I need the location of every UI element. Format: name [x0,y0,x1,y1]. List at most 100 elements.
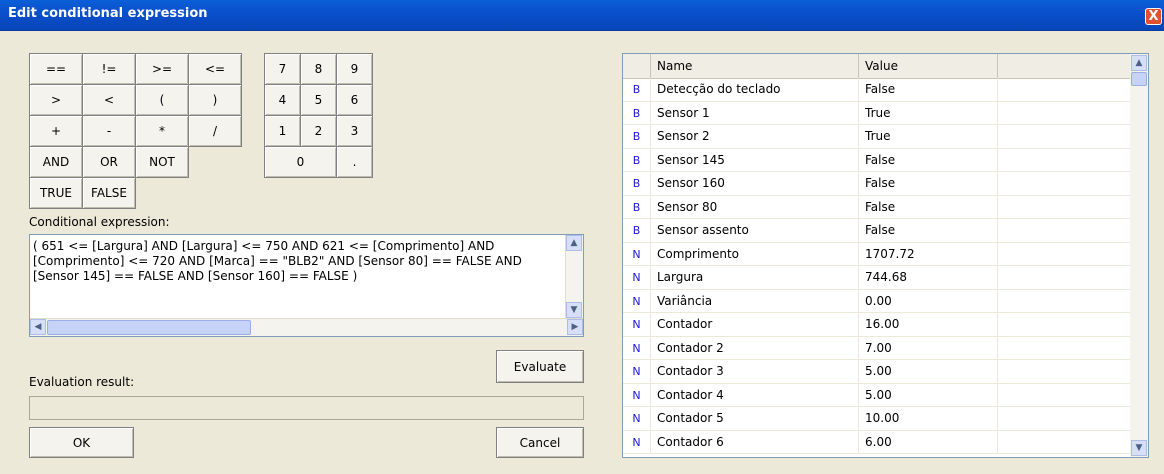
type-badge: B [623,78,651,102]
table-row[interactable]: B Sensor 1 True [623,101,1131,125]
table-row[interactable]: N Contador 16.00 [623,313,1131,337]
type-badge: N [623,430,651,454]
expression-horizontal-scrollbar[interactable]: ◀ ▶ [30,318,583,336]
type-badge: N [623,360,651,384]
operator-button[interactable]: / [188,115,242,147]
empty-cell [998,148,1131,172]
operator-button[interactable]: == [29,53,83,85]
type-badge: B [623,125,651,149]
table-row[interactable]: N Comprimento 1707.72 [623,242,1131,266]
variables-grid: Name Value B Detecção do teclado False B Sen… [622,53,1149,458]
variable-name: Sensor assento [651,219,859,243]
empty-cell [998,242,1131,266]
evaluate-button[interactable]: Evaluate [496,350,584,383]
keypad-button[interactable]: 5 [300,84,337,116]
type-badge: N [623,313,651,337]
expression-vertical-scrollbar[interactable]: ▲ ▼ [565,235,583,319]
variable-value: False [859,195,998,219]
operator-button[interactable]: != [82,53,136,85]
variable-name: Contador 5 [651,407,859,431]
grid-vertical-scrollbar[interactable]: ▲ ▼ [1130,54,1148,457]
operator-button[interactable]: TRUE [29,177,83,209]
variable-name: Comprimento [651,242,859,266]
variable-value: 6.00 [859,430,998,454]
evaluation-result-label: Evaluation result: [29,375,135,389]
keypad-button[interactable]: 0 [264,146,337,178]
table-row[interactable]: N Variância 0.00 [623,289,1131,313]
variable-value: False [859,78,998,102]
expression-text: ( 651 <= [Largura] AND [Largura] <= 750 … [33,239,522,283]
type-badge: N [623,242,651,266]
type-badge: B [623,172,651,196]
operator-button[interactable]: > [29,84,83,116]
table-row[interactable]: B Detecção do teclado False [623,78,1131,102]
type-badge: N [623,383,651,407]
table-row[interactable]: N Contador 3 5.00 [623,360,1131,384]
operator-button[interactable]: FALSE [82,177,136,209]
empty-cell [998,360,1131,384]
scroll-thumb[interactable] [47,320,251,335]
keypad-button[interactable]: 8 [300,53,337,85]
scroll-thumb[interactable] [1131,72,1147,86]
scroll-right-icon[interactable]: ▶ [567,319,583,335]
cancel-button[interactable]: Cancel [496,427,584,458]
operator-button[interactable]: >= [135,53,189,85]
variable-value: False [859,148,998,172]
variable-name: Sensor 80 [651,195,859,219]
ok-button[interactable]: OK [29,427,134,458]
expression-textarea[interactable]: ( 651 <= [Largura] AND [Largura] <= 750 … [29,234,584,337]
table-row[interactable]: B Sensor 80 False [623,195,1131,219]
table-row[interactable]: N Largura 744.68 [623,266,1131,290]
operator-button[interactable]: OR [82,146,136,178]
variable-value: 5.00 [859,360,998,384]
variable-name: Contador 4 [651,383,859,407]
table-row[interactable]: B Sensor assento False [623,219,1131,243]
type-badge: B [623,219,651,243]
scroll-left-icon[interactable]: ◀ [30,319,46,335]
variable-name: Sensor 145 [651,148,859,172]
operator-button[interactable]: + [29,115,83,147]
keypad-button[interactable]: 3 [336,115,373,147]
empty-cell [998,407,1131,431]
scroll-down-icon[interactable]: ▼ [1131,440,1147,456]
table-row[interactable]: N Contador 2 7.00 [623,336,1131,360]
operator-button[interactable]: AND [29,146,83,178]
keypad-button[interactable]: 7 [264,53,301,85]
table-row[interactable]: B Sensor 160 False [623,172,1131,196]
keypad-button[interactable]: 2 [300,115,337,147]
empty-cell [998,266,1131,290]
keypad-button[interactable]: 1 [264,115,301,147]
variable-value: 16.00 [859,313,998,337]
operator-button[interactable]: ) [188,84,242,116]
table-row[interactable]: B Sensor 145 False [623,148,1131,172]
scroll-down-icon[interactable]: ▼ [566,302,582,318]
operator-button[interactable]: - [82,115,136,147]
table-row[interactable]: B Sensor 2 True [623,125,1131,149]
empty-cell [998,289,1131,313]
operator-button[interactable]: ( [135,84,189,116]
table-row[interactable]: N Contador 4 5.00 [623,383,1131,407]
keypad-button[interactable]: 4 [264,84,301,116]
variable-value: 7.00 [859,336,998,360]
grid-header-type [623,54,651,78]
window-title: Edit conditional expression [8,6,208,21]
keypad-button[interactable]: 9 [336,53,373,85]
table-row[interactable]: N Contador 5 10.00 [623,407,1131,431]
empty-cell [998,430,1131,454]
scroll-up-icon[interactable]: ▲ [566,235,582,251]
close-button[interactable]: X [1145,8,1162,25]
empty-cell [998,219,1131,243]
operator-button[interactable]: NOT [135,146,189,178]
variable-value: 744.68 [859,266,998,290]
operator-button[interactable]: < [82,84,136,116]
variable-value: 1707.72 [859,242,998,266]
operator-button[interactable]: <= [188,53,242,85]
variable-value: False [859,172,998,196]
table-row[interactable]: N Contador 6 6.00 [623,430,1131,454]
keypad-button[interactable]: . [336,146,373,178]
operator-button[interactable]: * [135,115,189,147]
empty-cell [998,336,1131,360]
scroll-up-icon[interactable]: ▲ [1131,55,1147,71]
keypad-button[interactable]: 6 [336,84,373,116]
empty-cell [998,313,1131,337]
